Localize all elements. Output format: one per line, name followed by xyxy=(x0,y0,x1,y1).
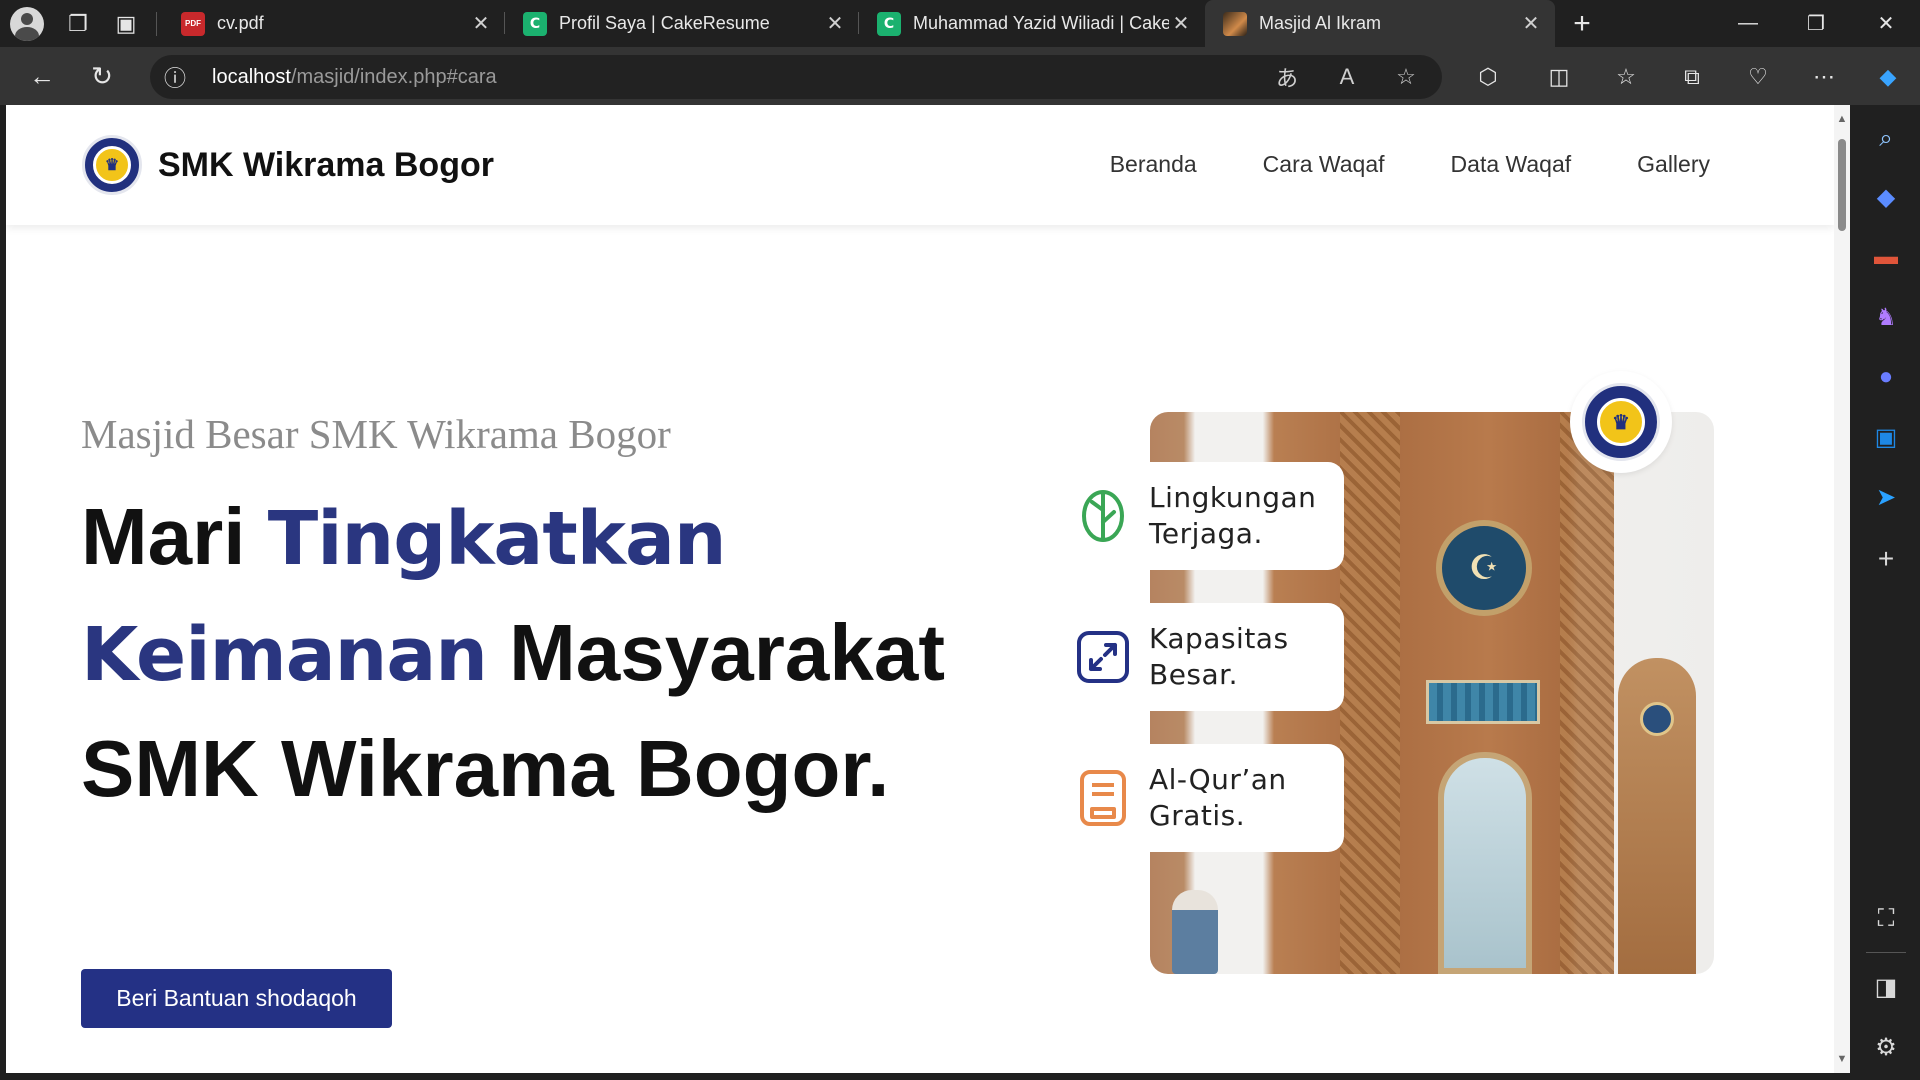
scroll-down-icon[interactable]: ▼ xyxy=(1836,1053,1848,1065)
tile-panel xyxy=(1426,680,1540,724)
page-viewport: ♛ SMK Wikrama Bogor Beranda Cara Waqaf D… xyxy=(6,105,1850,1073)
tab-title: Masjid Al Ikram xyxy=(1259,13,1382,33)
feature-line: Lingkungan xyxy=(1149,481,1317,514)
hide-sidebar-icon[interactable]: ◨ xyxy=(1868,969,1904,1005)
minimize-icon[interactable]: — xyxy=(1714,0,1782,47)
calligraphy-medallion: ☪ xyxy=(1436,520,1532,616)
nav-link-cara-waqaf[interactable]: Cara Waqaf xyxy=(1263,151,1385,178)
site-info-icon[interactable]: ⓘ xyxy=(150,61,200,93)
cakeresume-icon: C xyxy=(523,11,547,36)
tab-title: Profil Saya | CakeResume xyxy=(559,13,770,33)
close-icon[interactable]: ✕ xyxy=(469,11,493,36)
more-menu-icon[interactable]: ⋯ xyxy=(1798,57,1850,97)
collections-icon[interactable]: ⧉ xyxy=(1666,57,1718,97)
close-window-icon[interactable]: ✕ xyxy=(1852,0,1920,47)
extensions-icon[interactable]: ⬡ xyxy=(1462,57,1514,97)
feature-line: Gratis. xyxy=(1149,799,1246,832)
tab-title: Muhammad Yazid Wiliadi | Cake xyxy=(913,13,1169,33)
favorite-star-icon[interactable]: ☆ xyxy=(1386,62,1426,92)
leaf-icon xyxy=(1057,488,1149,544)
mihrab xyxy=(1438,752,1532,974)
outlook-icon[interactable]: ▣ xyxy=(1868,419,1904,455)
split-screen-icon[interactable]: ◫ xyxy=(1533,57,1585,97)
browser-tab[interactable]: C Muhammad Yazid Wiliadi | Cake ✕ xyxy=(859,0,1205,47)
browser-tab[interactable]: C Profil Saya | CakeResume ✕ xyxy=(505,0,859,47)
browser-sidebar: ⌕ ◆ ▬ ♞ ● ▣ ➤ + ⛶ ◨ ⚙ xyxy=(1850,105,1920,1080)
cakeresume-icon: C xyxy=(877,11,901,36)
browser-essentials-icon[interactable]: ♡ xyxy=(1732,57,1784,97)
nav-link-beranda[interactable]: Beranda xyxy=(1110,151,1197,178)
url-host: localhost xyxy=(212,65,291,88)
tab-actions-icon[interactable]: ▣ xyxy=(102,0,150,47)
shopping-tag-icon[interactable]: ◆ xyxy=(1868,179,1904,215)
hero-heading-part: Mari xyxy=(81,492,268,581)
nav-link-gallery[interactable]: Gallery xyxy=(1637,151,1710,178)
close-icon[interactable]: ✕ xyxy=(823,11,847,36)
browser-tab[interactable]: PDF cv.pdf ✕ xyxy=(163,0,505,47)
feature-card: Kapasitas Besar. xyxy=(1057,603,1344,711)
back-button[interactable]: ← xyxy=(12,47,72,105)
profile-avatar-icon xyxy=(10,6,44,41)
feature-line: Kapasitas xyxy=(1149,622,1289,655)
games-icon[interactable]: ♞ xyxy=(1868,299,1904,335)
add-sidebar-app-icon[interactable]: + xyxy=(1868,541,1904,577)
browser-tab-active[interactable]: Masjid Al Ikram ✕ xyxy=(1205,0,1555,47)
site-brand[interactable]: ♛ SMK Wikrama Bogor xyxy=(82,135,494,195)
nav-link-data-waqaf[interactable]: Data Waqaf xyxy=(1451,151,1572,178)
workspaces-icon[interactable]: ❐ xyxy=(54,0,102,47)
vertical-scrollbar[interactable]: ▲ ▼ xyxy=(1834,105,1850,1073)
close-icon[interactable]: ✕ xyxy=(1519,11,1543,36)
settings-gear-icon[interactable]: ⚙ xyxy=(1868,1029,1904,1065)
address-bar[interactable]: ⓘ localhost/masjid/index.php#cara xyxy=(150,55,1442,99)
school-logo-icon: ♛ xyxy=(1582,383,1660,461)
worshipper-figure xyxy=(1172,890,1218,974)
restore-icon[interactable]: ❐ xyxy=(1782,0,1850,47)
door-emblem xyxy=(1640,702,1674,736)
send-icon[interactable]: ➤ xyxy=(1868,479,1904,515)
feature-line: Terjaga. xyxy=(1149,517,1263,550)
search-icon[interactable]: ⌕ xyxy=(1868,121,1904,157)
translate-icon[interactable]: あ xyxy=(1267,62,1307,92)
feature-card: Al-Qur’an Gratis. xyxy=(1057,744,1344,852)
tab-title: cv.pdf xyxy=(217,13,264,33)
school-logo-icon: ♛ xyxy=(82,135,142,195)
hero-heading: Mari Tingkatkan Keimanan Masyarakat SMK … xyxy=(81,480,981,825)
expand-icon xyxy=(1057,630,1149,684)
site-header: ♛ SMK Wikrama Bogor Beranda Cara Waqaf D… xyxy=(6,105,1834,225)
mosque-thumbnail-icon xyxy=(1223,11,1247,36)
favorites-icon[interactable]: ☆ xyxy=(1600,57,1652,97)
microsoft365-icon[interactable]: ● xyxy=(1868,359,1904,395)
pdf-icon: PDF xyxy=(181,11,205,36)
close-icon[interactable]: ✕ xyxy=(1169,11,1193,36)
url-path: /masjid/index.php#cara xyxy=(290,65,497,88)
brand-name: SMK Wikrama Bogor xyxy=(158,145,494,184)
scroll-up-icon[interactable]: ▲ xyxy=(1836,113,1848,125)
profile-button[interactable] xyxy=(0,0,54,47)
feature-card: Lingkungan Terjaga. xyxy=(1057,462,1344,570)
feature-line: Besar. xyxy=(1149,658,1239,691)
scrollbar-thumb[interactable] xyxy=(1838,139,1846,231)
new-tab-button[interactable]: + xyxy=(1555,0,1609,47)
logo-badge: ♛ xyxy=(1570,371,1672,473)
url-text: localhost/masjid/index.php#cara xyxy=(212,66,497,89)
donate-button[interactable]: Beri Bantuan shodaqoh xyxy=(81,969,392,1028)
book-icon xyxy=(1057,769,1149,827)
feature-line: Al-Qur’an xyxy=(1149,763,1287,796)
site-nav: Beranda Cara Waqaf Data Waqaf Gallery xyxy=(1110,151,1710,178)
tools-briefcase-icon[interactable]: ▬ xyxy=(1868,239,1904,275)
copilot-icon[interactable]: ◆ xyxy=(1862,57,1914,97)
hero-subtitle: Masjid Besar SMK Wikrama Bogor xyxy=(81,411,671,457)
read-aloud-icon[interactable]: A xyxy=(1327,62,1367,92)
browser-tab-strip: ❐ ▣ PDF cv.pdf ✕ C Profil Saya | CakeRes… xyxy=(0,0,1920,47)
screenshot-icon[interactable]: ⛶ xyxy=(1868,901,1904,937)
refresh-button[interactable]: ↻ xyxy=(72,47,132,105)
